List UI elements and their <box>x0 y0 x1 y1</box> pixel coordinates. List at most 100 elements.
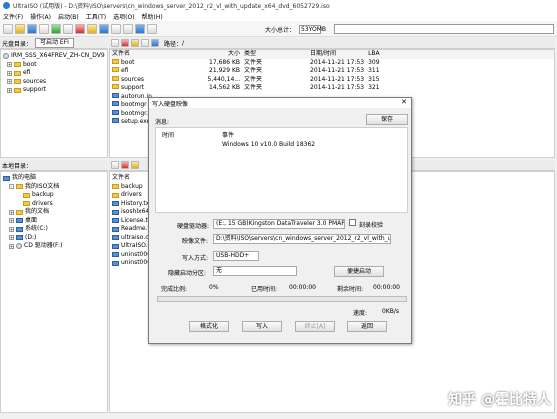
tree-item-label: sources <box>23 77 47 85</box>
col-filename[interactable]: 文件名 <box>110 50 180 59</box>
expand-icon[interactable]: - <box>9 184 14 190</box>
menu-actions[interactable]: 操作(A) <box>30 12 51 21</box>
open-icon[interactable] <box>15 23 25 34</box>
tree-item-drive-d[interactable]: + (D:) <box>3 234 105 243</box>
cell-size: 17,686 KB <box>209 58 240 66</box>
file-icon <box>112 201 119 207</box>
expand-icon[interactable]: + <box>9 209 14 215</box>
verify-checkbox[interactable] <box>349 219 356 226</box>
menu-options[interactable]: 选项(O) <box>113 12 134 21</box>
new-folder-icon[interactable] <box>87 23 97 34</box>
tree-item-drive-c[interactable]: + 系统(C:) <box>3 225 105 234</box>
expand-icon[interactable]: + <box>7 62 12 68</box>
close-icon[interactable]: ✕ <box>401 98 407 106</box>
expand-icon[interactable]: + <box>7 70 12 76</box>
expand-icon[interactable]: + <box>7 79 12 85</box>
remaining-label: 剩余时间: <box>337 286 364 293</box>
image-file-field[interactable]: D:\资料\ISO\servers\cn_windows_server_2012… <box>213 234 391 244</box>
tree-item-computer[interactable]: 我的电脑 <box>3 174 105 183</box>
burn-cd-icon[interactable] <box>111 23 121 34</box>
menu-boot[interactable]: 启动(B) <box>58 12 79 21</box>
new-icon[interactable] <box>3 23 13 34</box>
table-row[interactable]: efi 21,929 KB 文件夹 2014-11-21 17:53 311 <box>110 67 554 76</box>
save-icon[interactable] <box>27 23 37 34</box>
file-icon <box>112 218 119 224</box>
expand-icon[interactable]: + <box>9 243 14 249</box>
tree-item-sources[interactable]: + sources <box>3 78 105 87</box>
tree-item-desktop[interactable]: + 桌面 <box>3 217 105 226</box>
help-icon[interactable] <box>147 23 157 34</box>
disc-root-label: IRM_SSS_X64FREV_ZH-CN_DV9 <box>11 52 105 59</box>
file-icon <box>112 209 119 215</box>
write-disk-image-dialog: 写入硬盘映像 ✕ 消息: 保存 时间 事件 Windows 10 v10.0 B… <box>148 97 412 344</box>
file-icon <box>112 118 119 123</box>
menu-tools[interactable]: 工具(T) <box>86 12 106 21</box>
hide-partition-select[interactable]: 无 <box>213 266 297 276</box>
up-icon[interactable] <box>111 161 119 169</box>
file-icon <box>112 226 119 232</box>
properties-icon[interactable] <box>151 39 159 47</box>
col-size[interactable]: 大小 <box>180 50 242 59</box>
delete-icon[interactable] <box>121 161 129 169</box>
disc-dir-label: 光盘目录： <box>2 40 33 48</box>
tree-item-backup[interactable]: backup <box>3 191 105 200</box>
save-as-icon[interactable] <box>39 23 49 34</box>
capacity-gauge <box>334 24 554 34</box>
dialog-titlebar: 写入硬盘映像 ✕ <box>149 98 411 108</box>
tree-item-iso-docs[interactable]: - 我的ISO文档 <box>3 183 105 192</box>
hide-partition-label: 隐藏启动分区: <box>168 270 207 277</box>
view-icon[interactable] <box>141 39 149 47</box>
disc-tree-pane: 光盘目录： 可启动 EFI IRM_SSS_X64FREV_ZH-CN_DV9 … <box>0 38 108 158</box>
delete-icon[interactable] <box>121 39 129 47</box>
convenient-boot-button[interactable]: 便捷启动 <box>334 266 384 277</box>
add-file-icon[interactable] <box>63 23 73 34</box>
file-icon <box>112 243 119 249</box>
tree-item-drivers[interactable]: drivers <box>3 200 105 209</box>
properties-icon[interactable] <box>99 23 109 34</box>
folder-icon <box>14 79 21 85</box>
tree-item-cd-drive[interactable]: + CD 驱动器(F:) <box>3 242 105 251</box>
path-value[interactable]: / <box>182 40 184 47</box>
table-row[interactable]: boot 17,686 KB 文件夹 2014-11-21 17:53 309 <box>110 58 554 68</box>
folder-icon <box>14 70 21 76</box>
tree-item-label: backup <box>32 191 54 198</box>
drive-select[interactable]: (E:, 15 GB)Kingston DataTraveler 3.0 PMA… <box>213 219 345 229</box>
tree-item-efi[interactable]: + efi <box>3 69 105 78</box>
menu-help[interactable]: 帮助(H) <box>142 12 163 21</box>
verify-label: 刻录校验 <box>359 222 384 229</box>
back-button[interactable]: 返回 <box>347 321 387 332</box>
desktop-icon <box>16 218 23 224</box>
new-folder-icon[interactable] <box>131 39 139 47</box>
cell-date: 2014-11-21 17:53 <box>310 67 365 74</box>
list-item-label: backup <box>121 182 143 190</box>
expand-icon[interactable]: + <box>9 226 14 232</box>
boot-type-button[interactable]: 可启动 EFI <box>35 38 74 48</box>
cell-type: 文件夹 <box>244 75 263 83</box>
new-folder-icon[interactable] <box>131 161 139 169</box>
menu-file[interactable]: 文件(F) <box>3 12 23 21</box>
format-button[interactable]: 格式化 <box>189 321 229 332</box>
expand-icon[interactable]: + <box>7 87 12 93</box>
compress-icon[interactable] <box>135 23 145 34</box>
tree-item-boot[interactable]: + boot <box>3 61 105 70</box>
col-type[interactable]: 类型 <box>242 50 308 59</box>
tree-item-label: boot <box>23 60 37 68</box>
mount-icon[interactable] <box>123 23 133 34</box>
method-select[interactable]: USB-HDD+ <box>213 251 259 261</box>
disc-root[interactable]: IRM_SSS_X64FREV_ZH-CN_DV9 <box>3 52 105 61</box>
table-row[interactable]: sources 5,440,14... 文件夹 2014-11-21 17:53 315 <box>110 75 554 85</box>
expand-icon[interactable]: + <box>9 218 14 224</box>
abort-button[interactable]: 终止[A] <box>295 321 335 332</box>
up-icon[interactable] <box>111 39 119 47</box>
tree-item-support[interactable]: + support <box>3 86 105 95</box>
delete-icon[interactable] <box>75 23 85 34</box>
expand-icon[interactable]: + <box>9 235 14 241</box>
col-date[interactable]: 日期/时间 <box>308 50 366 59</box>
extract-icon[interactable] <box>51 23 61 34</box>
cell-type: 文件夹 <box>244 58 263 66</box>
save-log-button[interactable]: 保存 <box>366 114 408 125</box>
tree-item-documents[interactable]: + 我的文档 <box>3 208 105 217</box>
table-row[interactable]: support 14,562 KB 文件夹 2014-11-21 17:53 321 <box>110 84 554 93</box>
write-button[interactable]: 写入 <box>242 321 282 332</box>
col-lba[interactable]: LBA <box>366 50 554 59</box>
